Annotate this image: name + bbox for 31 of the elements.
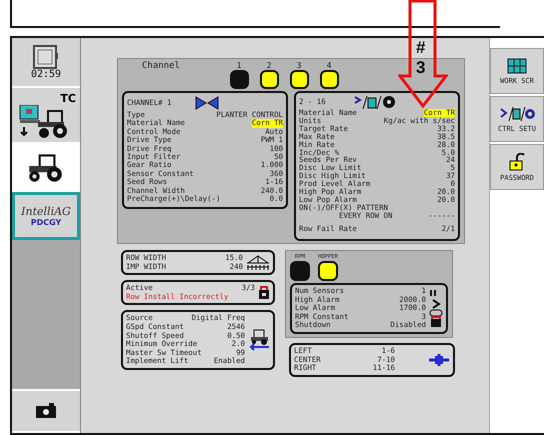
channel-number: 2 — [266, 61, 272, 70]
channel-indicator[interactable] — [230, 70, 248, 89]
valve-icon — [194, 96, 220, 110]
tractor-arrow-icon — [248, 329, 270, 352]
sidebar-tab[interactable]: IntelliAG PDCGY — [12, 192, 80, 240]
channel-indicator[interactable] — [320, 70, 338, 89]
hopper-indicator[interactable] — [318, 261, 338, 281]
grid-screen-icon — [507, 58, 527, 74]
padlock-icon — [509, 152, 525, 170]
channel-indicator[interactable] — [260, 70, 278, 89]
annotation-label: # — [416, 38, 426, 58]
boom-sections-icon — [428, 352, 450, 368]
implement-icon — [246, 254, 270, 271]
sidebar-tab[interactable] — [12, 144, 80, 192]
channel-number: 1 — [236, 61, 242, 70]
sensor-icons — [429, 288, 443, 328]
alarm-icon — [258, 286, 270, 300]
screen-icon — [33, 44, 59, 68]
hopper-indicator[interactable] — [290, 261, 310, 281]
tc-label: TC — [60, 92, 76, 104]
channel-number: 4 — [326, 61, 332, 70]
clock-time: 02:59 — [30, 68, 62, 80]
logo-subtitle: PDCGY — [30, 218, 62, 227]
annotation-number: 3 — [416, 58, 426, 78]
channel-indicator[interactable] — [290, 70, 308, 89]
camera-icon[interactable] — [35, 403, 57, 419]
control-setup-icon — [499, 106, 535, 122]
logo-text: IntelliAG — [21, 205, 71, 218]
channel-label: Channel — [141, 61, 181, 71]
channel-number: 3 — [296, 61, 302, 70]
sidebar-tab[interactable]: TC — [12, 88, 80, 144]
